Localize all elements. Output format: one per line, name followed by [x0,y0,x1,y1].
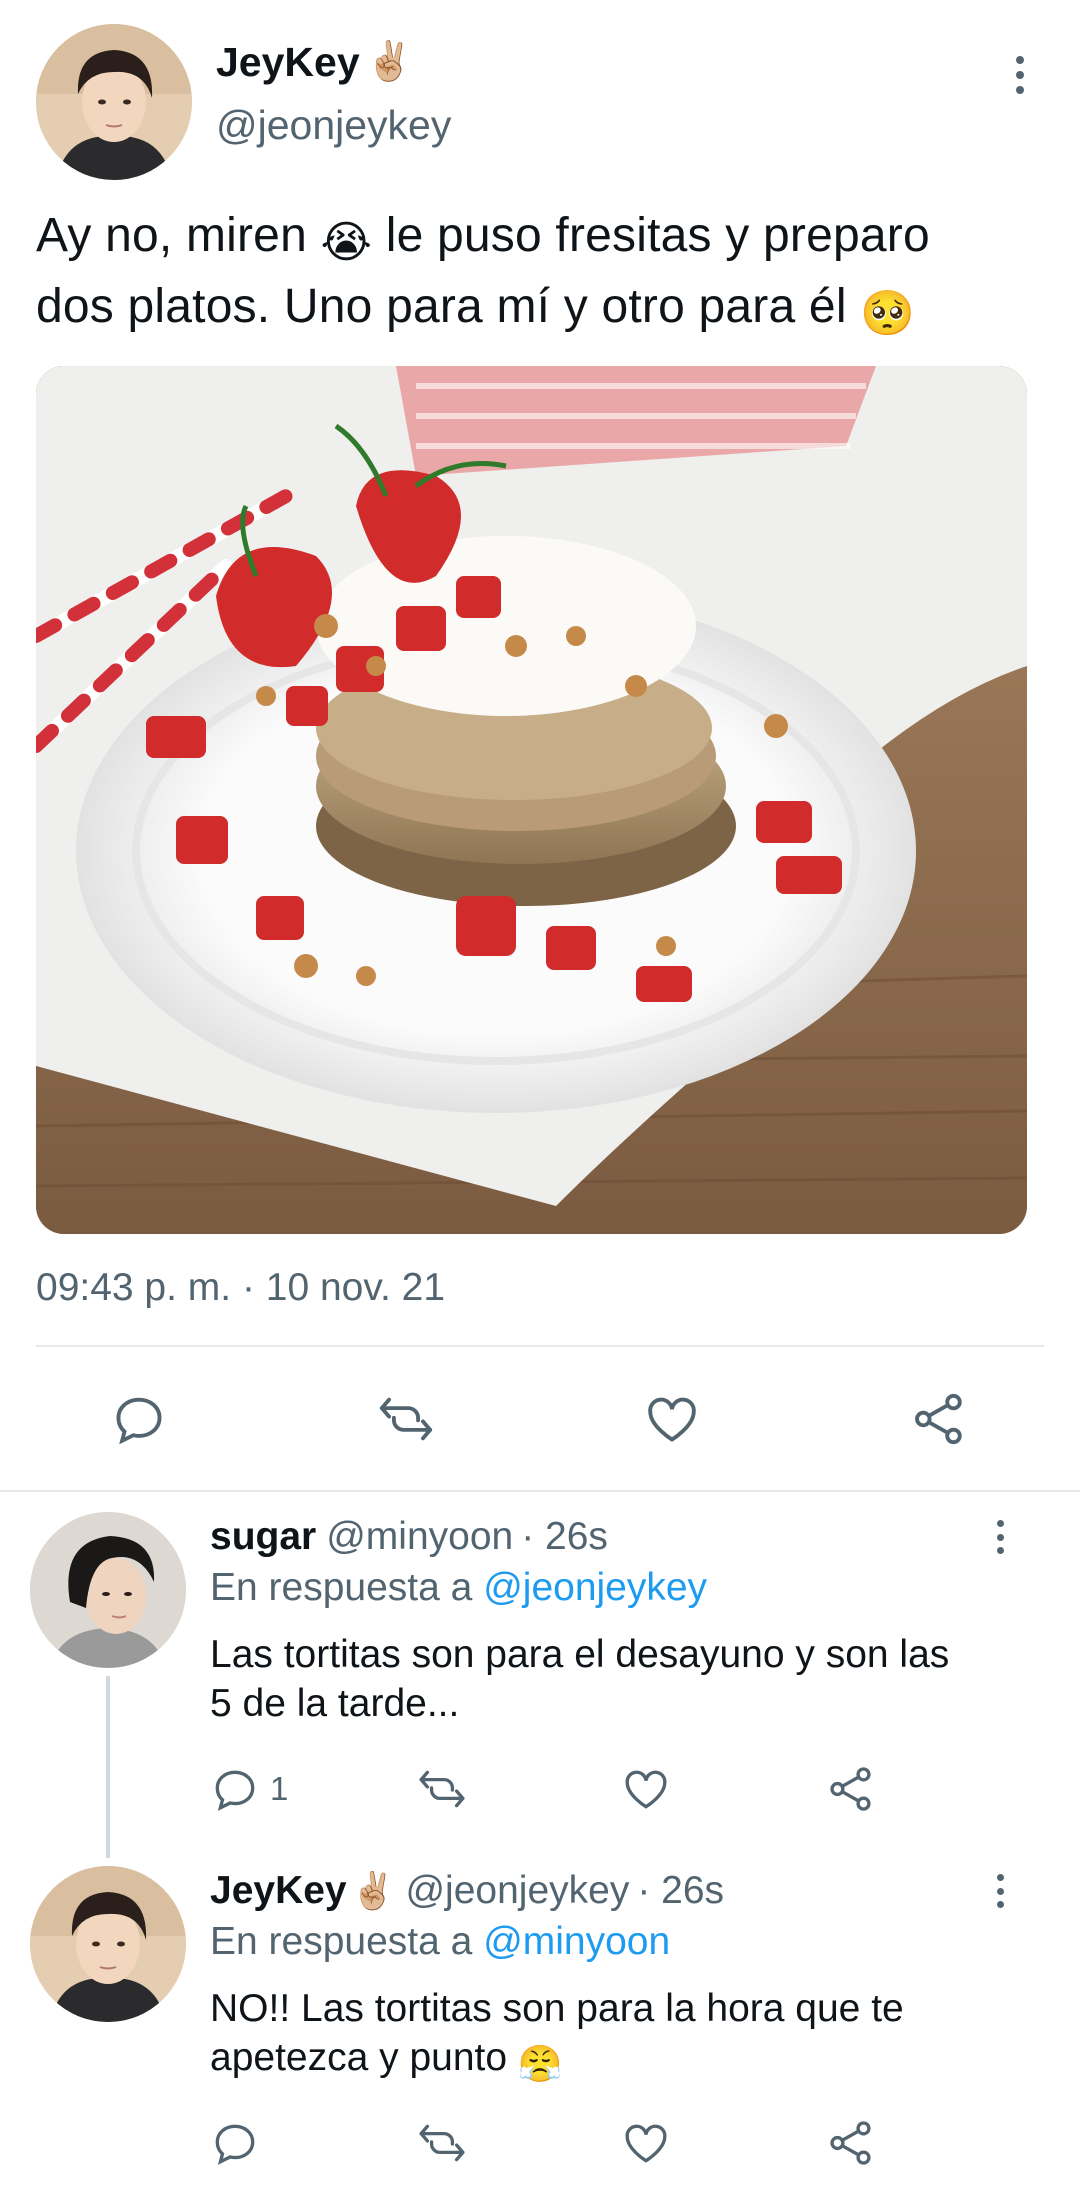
reply-text: Las tortitas son para el desayuno y son … [210,1633,950,1725]
pleading-face-emoji: 🥺 [860,289,916,338]
actions-divider [0,1490,1080,1492]
reply-handle[interactable]: @jeonjeykey [405,1869,629,1913]
reply-handle[interactable]: @minyoon [326,1515,513,1559]
tweet-text-line-1: Ay no, miren 😭 le puso fresitas y prepar… [36,204,1056,275]
reply-avatar-jeykey[interactable] [30,1866,186,2022]
replying-to-line: En respuesta a @jeonjeykey [210,1566,707,1610]
reply-count: 1 [270,1770,289,1807]
reply-time[interactable]: · 26s [521,1515,608,1559]
timestamp-divider [36,1345,1044,1347]
retweet-icon[interactable] [414,2118,470,2168]
victory-hand-emoji: ✌🏼 [365,41,413,83]
author-handle[interactable]: @jeonjeykey [216,102,451,149]
pancake-stack-image [36,366,1027,1234]
like-icon[interactable] [620,2118,672,2168]
reply-more-options-icon[interactable] [995,1874,1005,1908]
author-display-name[interactable]: JeyKey [216,39,360,86]
reply-icon[interactable] [110,1390,168,1448]
reply-display-name[interactable]: JeyKey [210,1869,347,1913]
reply-more-options-icon[interactable] [995,1520,1005,1554]
retweet-icon[interactable] [374,1390,438,1448]
replying-to-line: En respuesta a @minyoon [210,1920,670,1964]
crying-face-emoji: 😭 [320,218,373,267]
retweet-icon[interactable] [414,1764,470,1814]
reply-header: JeyKey ✌🏼 @jeonjeykey · 26s [210,1866,724,1916]
share-icon[interactable] [826,2118,876,2168]
reply-avatar-sugar[interactable] [30,1512,186,1668]
tweet-timestamp[interactable]: 09:43 p. m. · 10 nov. 21 [36,1266,445,1310]
reply-icon[interactable]: 1 [210,1764,288,1814]
replying-to-prefix: En respuesta a [210,1920,473,1963]
steam-from-nose-emoji: 😤 [517,2043,563,2084]
tweet-text: Ay no, miren 😭 le puso fresitas y prepar… [36,204,1056,346]
replying-to-link[interactable]: @jeonjeykey [483,1566,707,1609]
reply-display-name[interactable]: sugar [210,1515,316,1559]
more-options-icon[interactable] [1014,56,1026,94]
reply-text: NO!! Las tortitas son para la hora que t… [210,1984,1030,2088]
author-name-row: JeyKey ✌🏼 [216,34,413,90]
reply-text-line-2: apetezca y punto 😤 [210,2033,1030,2088]
tweet-text-line-2: dos platos. Uno para mí y otro para él 🥺 [36,275,1056,346]
replying-to-link[interactable]: @minyoon [483,1920,670,1963]
like-icon[interactable] [620,1764,672,1814]
replying-to-prefix: En respuesta a [210,1566,473,1609]
victory-hand-emoji: ✌🏼 [350,1870,396,1911]
tweet-photo[interactable] [36,366,1027,1234]
thread-connector-line [106,1676,110,1858]
share-icon[interactable] [910,1390,968,1448]
author-avatar[interactable] [36,24,192,180]
share-icon[interactable] [826,1764,876,1814]
reply-time[interactable]: · 26s [637,1869,724,1913]
reply-header: sugar @minyoon · 26s [210,1512,608,1562]
like-icon[interactable] [642,1390,702,1448]
reply-icon[interactable] [210,2118,260,2168]
